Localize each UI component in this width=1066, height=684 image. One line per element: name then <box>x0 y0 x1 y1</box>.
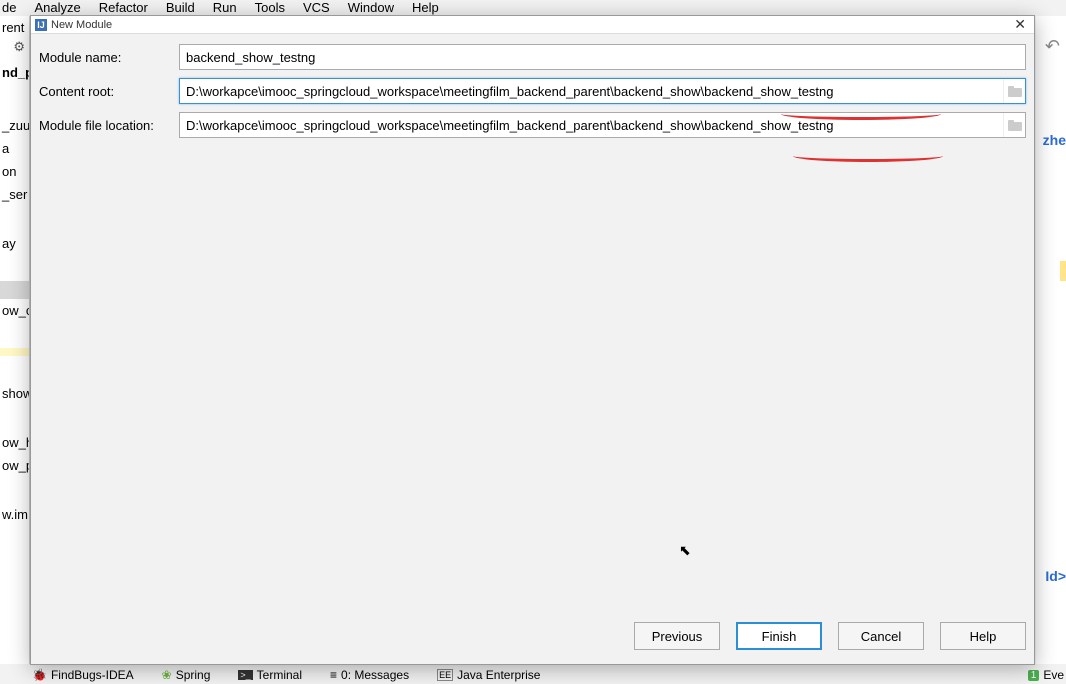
dialog-titlebar: IJ New Module ✕ <box>31 16 1034 34</box>
finish-button[interactable]: Finish <box>736 622 822 650</box>
menu-item[interactable]: Help <box>410 0 441 16</box>
javaee-icon: EE <box>437 669 453 681</box>
content-root-label: Content root: <box>39 84 179 99</box>
folder-icon <box>1008 120 1022 131</box>
menu-item[interactable]: Analyze <box>32 0 82 16</box>
spring-tool[interactable]: ❀Spring <box>162 668 211 682</box>
cursor-icon: ⬉ <box>679 542 691 559</box>
sidebar-item[interactable]: _zuu <box>0 114 29 137</box>
module-file-location-input[interactable] <box>180 114 1003 137</box>
sidebar-item[interactable]: a <box>0 137 29 160</box>
findbugs-tool[interactable]: 🐞FindBugs-IDEA <box>32 668 134 682</box>
project-sidebar: rent ⚙ nd_p _zuu a on _ser ay ow_c show … <box>0 16 30 664</box>
module-name-field-wrap <box>179 44 1026 70</box>
help-button[interactable]: Help <box>940 622 1026 650</box>
sidebar-item[interactable]: _ser <box>0 183 29 206</box>
module-file-location-label: Module file location: <box>39 118 179 133</box>
dialog-title: New Module <box>51 19 112 31</box>
content-root-input[interactable] <box>180 80 1003 103</box>
event-log[interactable]: 1 Eve <box>1028 668 1066 682</box>
menu-item[interactable]: Build <box>164 0 197 16</box>
main-menu: de Analyze Refactor Build Run Tools VCS … <box>0 0 1066 16</box>
menu-item[interactable]: VCS <box>301 0 332 16</box>
sidebar-item[interactable]: nd_p <box>0 61 29 84</box>
dialog-buttons: Previous Finish Cancel Help <box>31 612 1034 664</box>
sidebar-item[interactable]: ay <box>0 232 29 255</box>
sidebar-item[interactable] <box>0 348 29 356</box>
sidebar-item[interactable]: ow_c <box>0 299 29 322</box>
code-fragment: Id> <box>1045 568 1066 584</box>
sidebar-item[interactable]: ow_h <box>0 431 29 454</box>
menu-item[interactable]: de <box>0 0 18 16</box>
sidebar-item[interactable]: on <box>0 160 29 183</box>
menu-item[interactable]: Refactor <box>97 0 150 16</box>
gear-icon[interactable]: ⚙ <box>0 39 29 55</box>
javaee-tool[interactable]: EEJava Enterprise <box>437 668 540 682</box>
message-icon: ≡ <box>330 668 337 682</box>
module-name-input[interactable] <box>180 46 1025 69</box>
bottom-toolbar: 🐞FindBugs-IDEA ❀Spring >_Terminal ≡0: Me… <box>0 666 1066 684</box>
bug-icon: 🐞 <box>32 668 47 682</box>
new-module-dialog: IJ New Module ✕ Module name: Content roo… <box>30 15 1035 665</box>
content-root-field-wrap <box>179 78 1026 104</box>
sidebar-item[interactable]: rent <box>0 16 29 39</box>
terminal-tool[interactable]: >_Terminal <box>238 668 302 682</box>
event-label: Eve <box>1043 668 1064 682</box>
sidebar-item[interactable]: show <box>0 382 29 405</box>
module-file-location-field-wrap <box>179 112 1026 138</box>
marker <box>1060 261 1066 281</box>
browse-content-root-button[interactable] <box>1003 79 1025 103</box>
menu-item[interactable]: Tools <box>253 0 287 16</box>
spring-icon: ❀ <box>162 668 172 682</box>
module-name-label: Module name: <box>39 50 179 65</box>
dialog-body: Module name: Content root: Module file l… <box>31 34 1034 612</box>
previous-button[interactable]: Previous <box>634 622 720 650</box>
close-icon[interactable]: ✕ <box>1010 16 1030 33</box>
event-count-badge: 1 <box>1028 670 1040 681</box>
menu-item[interactable]: Window <box>346 0 396 16</box>
messages-tool[interactable]: ≡0: Messages <box>330 668 409 682</box>
cancel-button[interactable]: Cancel <box>838 622 924 650</box>
terminal-icon: >_ <box>238 670 252 680</box>
folder-icon <box>1008 86 1022 97</box>
browse-module-file-button[interactable] <box>1003 113 1025 137</box>
app-icon: IJ <box>35 19 47 31</box>
sidebar-item-selected[interactable] <box>0 281 29 299</box>
code-fragment: zhe <box>1043 132 1066 148</box>
annotation-mark <box>793 156 943 162</box>
sidebar-item[interactable]: ow_p <box>0 454 29 477</box>
undo-icon[interactable]: ↶ <box>1045 36 1060 57</box>
sidebar-item[interactable]: w.im <box>0 503 29 526</box>
right-panel: ↶ zhe Id> <box>1036 16 1066 664</box>
menu-item[interactable]: Run <box>211 0 239 16</box>
